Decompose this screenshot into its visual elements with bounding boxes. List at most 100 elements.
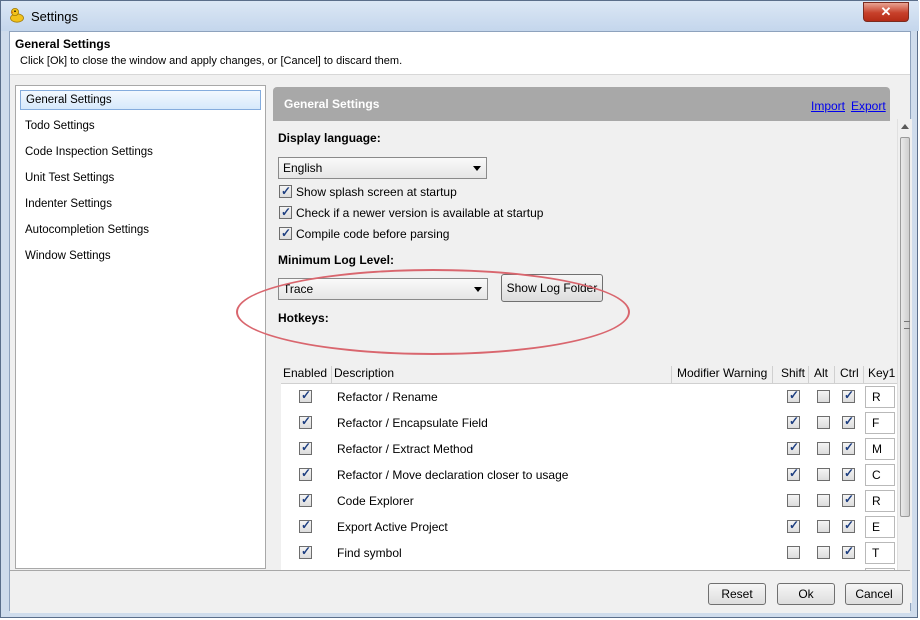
section-header: General Settings Import Export [273, 87, 890, 121]
hotkey-enabled-checkbox[interactable] [299, 414, 312, 429]
hotkey-alt-checkbox[interactable] [817, 442, 830, 455]
display-language-dropdown[interactable]: English [278, 157, 487, 179]
hotkey-description: Refactor / Move declaration closer to us… [337, 468, 569, 482]
hotkey-ctrl-checkbox[interactable] [842, 466, 855, 481]
scroll-up-icon[interactable] [901, 124, 909, 129]
display-language-value: English [283, 161, 323, 175]
chevron-down-icon [474, 287, 482, 292]
hotkey-row[interactable]: Code Explorer R [281, 488, 901, 515]
client-area: General Settings Click [Ok] to close the… [9, 31, 912, 613]
check-version-option[interactable]: Check if a newer version is available at… [279, 204, 543, 220]
title-bar[interactable]: Settings ✕ [1, 1, 919, 31]
hotkey-key-input[interactable]: R [865, 386, 895, 408]
hotkey-ctrl-checkbox[interactable] [842, 492, 855, 507]
column-ctrl[interactable]: Ctrl [840, 366, 864, 383]
hotkey-enabled-checkbox[interactable] [299, 544, 312, 559]
compile-before-parsing-checkbox[interactable] [279, 225, 292, 241]
display-language-label: Display language: [278, 131, 381, 145]
settings-window: Settings ✕ General Settings Click [Ok] t… [0, 0, 919, 618]
nav-item-window-settings[interactable]: Window Settings [20, 246, 261, 266]
check-version-label: Check if a newer version is available at… [296, 205, 544, 220]
hotkey-shift-checkbox[interactable] [787, 388, 800, 403]
import-link[interactable]: Import [811, 99, 845, 113]
hotkey-description: Export Active Project [337, 520, 448, 534]
splash-screen-option[interactable]: Show splash screen at startup [279, 183, 457, 199]
scrollbar-thumb[interactable] [900, 137, 910, 517]
nav-item-general-settings[interactable]: General Settings [20, 90, 261, 110]
hotkey-key-input[interactable]: M [865, 438, 895, 460]
compile-before-parsing-label: Compile code before parsing [296, 226, 450, 241]
hotkey-shift-checkbox[interactable] [787, 414, 800, 429]
close-button[interactable]: ✕ [863, 2, 909, 22]
hotkey-row[interactable]: Refactor / Rename R [281, 384, 901, 411]
hotkey-ctrl-checkbox[interactable] [842, 518, 855, 533]
dialog-footer: Reset Ok Cancel [10, 570, 910, 613]
settings-nav-list[interactable]: General Settings Todo Settings Code Insp… [15, 85, 266, 569]
hotkey-row[interactable]: Find symbol T [281, 540, 901, 567]
hotkey-shift-checkbox[interactable] [787, 466, 800, 481]
column-shift[interactable]: Shift [781, 366, 809, 383]
min-log-level-dropdown[interactable]: Trace [278, 278, 488, 300]
hotkey-description: Code Explorer [337, 494, 414, 508]
hotkey-enabled-checkbox[interactable] [299, 518, 312, 533]
vertical-scrollbar[interactable] [897, 119, 912, 603]
hotkey-shift-checkbox[interactable] [787, 494, 800, 507]
nav-item-todo-settings[interactable]: Todo Settings [20, 116, 261, 136]
splash-screen-checkbox[interactable] [279, 183, 292, 199]
hotkey-enabled-checkbox[interactable] [299, 440, 312, 455]
hotkey-description: Refactor / Encapsulate Field [337, 416, 488, 430]
hotkey-alt-checkbox[interactable] [817, 520, 830, 533]
hotkey-ctrl-checkbox[interactable] [842, 414, 855, 429]
dialog-header: General Settings Click [Ok] to close the… [10, 32, 910, 74]
hotkey-row[interactable]: Export Active Project E [281, 514, 901, 541]
splash-screen-label: Show splash screen at startup [296, 184, 457, 199]
check-version-checkbox[interactable] [279, 204, 292, 220]
hotkey-key-input[interactable]: E [865, 516, 895, 538]
hotkey-alt-checkbox[interactable] [817, 390, 830, 403]
hotkey-ctrl-checkbox[interactable] [842, 440, 855, 455]
show-log-folder-button[interactable]: Show Log Folder [501, 274, 603, 302]
column-alt[interactable]: Alt [814, 366, 835, 383]
hotkeys-grid-header: Enabled Description Modifier Warning Shi… [281, 363, 901, 384]
hotkey-alt-checkbox[interactable] [817, 468, 830, 481]
column-enabled[interactable]: Enabled [281, 366, 332, 383]
duck-icon [10, 8, 24, 23]
min-log-level-value: Trace [283, 282, 314, 296]
column-key1[interactable]: Key1 [868, 366, 898, 383]
nav-item-unit-test-settings[interactable]: Unit Test Settings [20, 168, 261, 188]
hotkey-alt-checkbox[interactable] [817, 494, 830, 507]
hotkey-key-input[interactable]: F [865, 412, 895, 434]
grip-icon [904, 321, 910, 329]
hotkey-alt-checkbox[interactable] [817, 416, 830, 429]
hotkey-ctrl-checkbox[interactable] [842, 544, 855, 559]
reset-button[interactable]: Reset [708, 583, 766, 605]
hotkey-enabled-checkbox[interactable] [299, 388, 312, 403]
column-modifier-warning[interactable]: Modifier Warning [677, 366, 773, 383]
export-link[interactable]: Export [851, 99, 886, 113]
min-log-level-label: Minimum Log Level: [278, 253, 395, 267]
hotkey-row[interactable]: Refactor / Encapsulate Field F [281, 410, 901, 437]
column-description[interactable]: Description [334, 366, 672, 383]
nav-item-code-inspection-settings[interactable]: Code Inspection Settings [20, 142, 261, 162]
hotkey-description: Refactor / Extract Method [337, 442, 474, 456]
hotkey-row[interactable]: Refactor / Move declaration closer to us… [281, 462, 901, 489]
ok-button[interactable]: Ok [777, 583, 835, 605]
nav-item-autocompletion-settings[interactable]: Autocompletion Settings [20, 220, 261, 240]
hotkey-ctrl-checkbox[interactable] [842, 388, 855, 403]
dialog-header-description: Click [Ok] to close the window and apply… [20, 55, 403, 67]
hotkey-enabled-checkbox[interactable] [299, 466, 312, 481]
hotkey-row[interactable]: Refactor / Extract Method M [281, 436, 901, 463]
hotkey-shift-checkbox[interactable] [787, 440, 800, 455]
cancel-button[interactable]: Cancel [845, 583, 903, 605]
hotkey-alt-checkbox[interactable] [817, 546, 830, 559]
hotkey-key-input[interactable]: C [865, 464, 895, 486]
hotkey-shift-checkbox[interactable] [787, 518, 800, 533]
hotkey-key-input[interactable]: T [865, 542, 895, 564]
hotkey-key-input[interactable]: R [865, 490, 895, 512]
nav-item-indenter-settings[interactable]: Indenter Settings [20, 194, 261, 214]
compile-before-parsing-option[interactable]: Compile code before parsing [279, 225, 449, 241]
window-title: Settings [31, 9, 78, 24]
hotkey-shift-checkbox[interactable] [787, 546, 800, 559]
dialog-header-title: General Settings [15, 37, 111, 51]
hotkey-enabled-checkbox[interactable] [299, 492, 312, 507]
